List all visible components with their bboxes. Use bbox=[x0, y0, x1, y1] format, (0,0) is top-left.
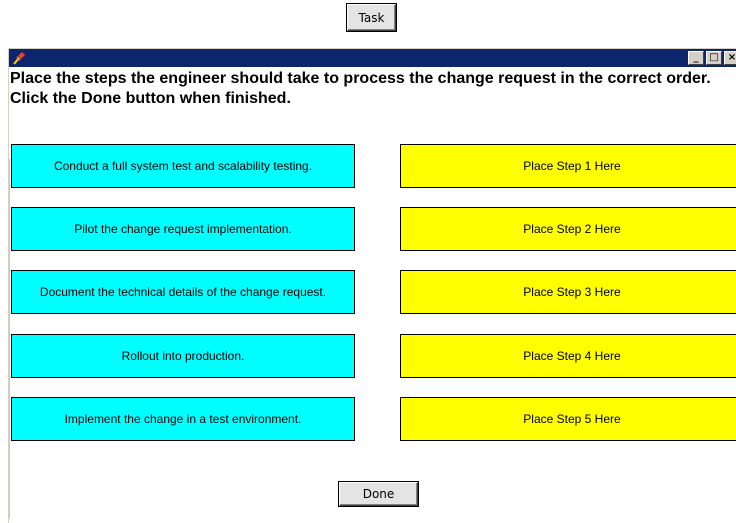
drop-target-step-2[interactable]: Place Step 2 Here bbox=[400, 207, 736, 251]
drop-target-step-5[interactable]: Place Step 5 Here bbox=[400, 397, 736, 441]
draggable-step-3[interactable]: Document the technical details of the ch… bbox=[11, 270, 355, 314]
draggable-step-5[interactable]: Implement the change in a test environme… bbox=[11, 397, 355, 441]
drop-target-step-3[interactable]: Place Step 3 Here bbox=[400, 270, 736, 314]
pin-icon bbox=[13, 52, 25, 65]
minimize-icon[interactable]: _ bbox=[688, 51, 704, 65]
window-titlebar: _ □ × bbox=[9, 49, 736, 67]
window-edge-line bbox=[9, 159, 10, 519]
draggable-step-1[interactable]: Conduct a full system test and scalabili… bbox=[11, 144, 355, 188]
task-button[interactable]: Task bbox=[347, 4, 396, 31]
maximize-icon[interactable]: □ bbox=[706, 51, 722, 65]
draggable-step-4[interactable]: Rollout into production. bbox=[11, 334, 355, 378]
drop-target-step-1[interactable]: Place Step 1 Here bbox=[400, 144, 736, 188]
instructions-text: Place the steps the engineer should take… bbox=[10, 70, 711, 107]
done-button[interactable]: Done bbox=[339, 482, 418, 506]
draggable-step-2[interactable]: Pilot the change request implementation. bbox=[11, 207, 355, 251]
exercise-window: _ □ × Place the steps the engineer shoul… bbox=[8, 48, 736, 523]
drop-target-step-4[interactable]: Place Step 4 Here bbox=[400, 334, 736, 378]
close-icon[interactable]: × bbox=[724, 51, 736, 65]
